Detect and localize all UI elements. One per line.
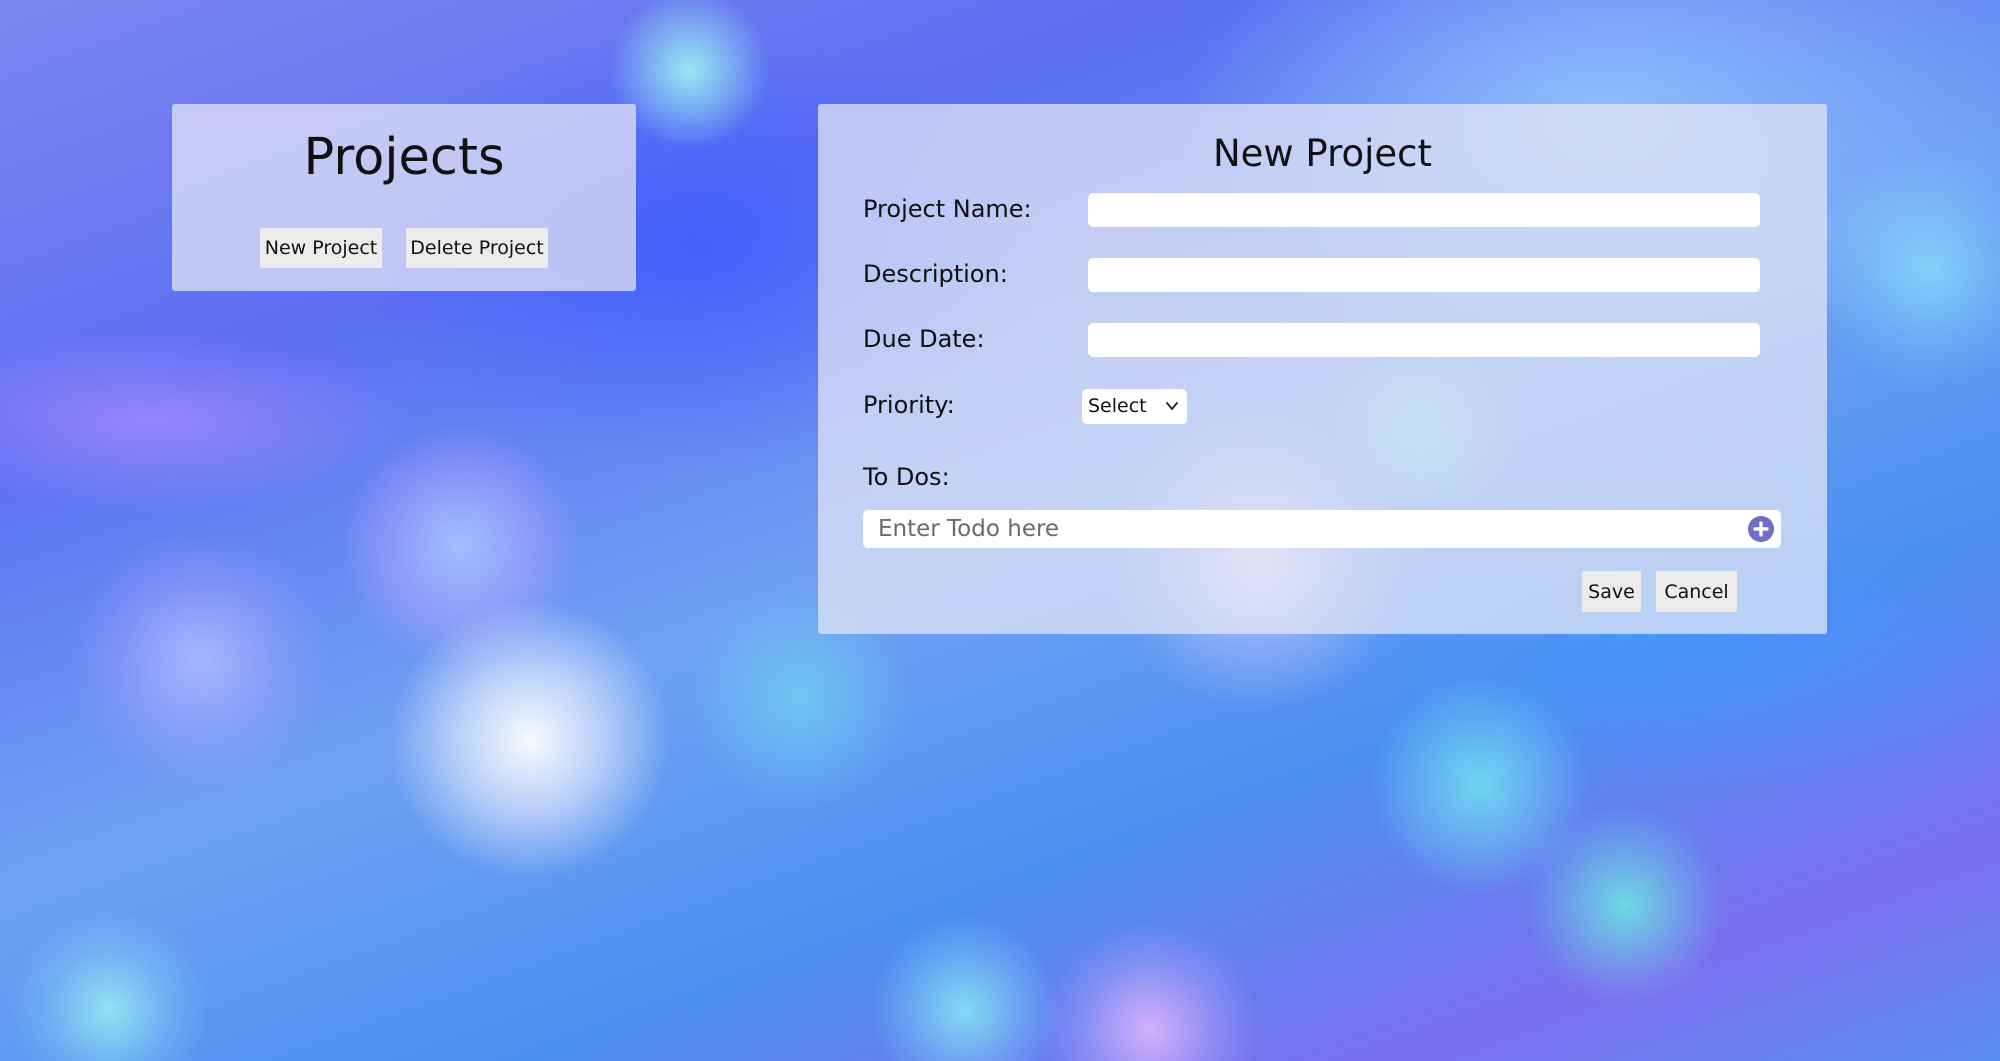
priority-selected-value: Select <box>1088 395 1147 417</box>
new-project-form: New Project Project Name: Description: D… <box>818 104 1827 634</box>
todos-label: To Dos: <box>863 463 950 491</box>
plus-circle-icon[interactable] <box>1747 515 1775 543</box>
chevron-down-icon <box>1166 402 1178 410</box>
description-label: Description: <box>863 260 1008 288</box>
due-date-input[interactable] <box>1088 323 1760 357</box>
new-project-button[interactable]: New Project <box>260 228 382 268</box>
priority-label: Priority: <box>863 391 955 419</box>
description-input[interactable] <box>1088 258 1760 292</box>
projects-title: Projects <box>303 128 505 187</box>
todo-input[interactable] <box>863 510 1723 548</box>
save-button[interactable]: Save <box>1582 571 1641 612</box>
form-title: New Project <box>1212 132 1433 175</box>
todo-entry <box>863 510 1781 548</box>
due-date-label: Due Date: <box>863 325 985 353</box>
cancel-button[interactable]: Cancel <box>1656 571 1737 612</box>
project-name-input[interactable] <box>1088 193 1760 227</box>
project-name-label: Project Name: <box>863 195 1032 223</box>
projects-panel: Projects New Project Delete Project <box>172 104 636 291</box>
delete-project-button[interactable]: Delete Project <box>406 228 548 268</box>
priority-select[interactable]: Select <box>1082 389 1187 424</box>
